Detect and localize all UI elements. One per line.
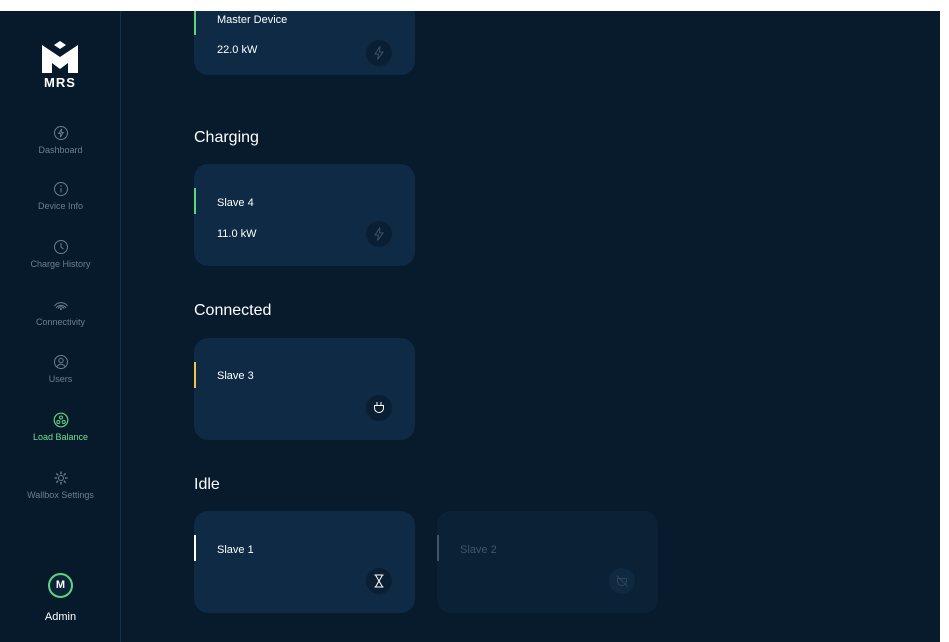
sidebar-item-users[interactable]: Users: [0, 354, 121, 404]
status-indicator: [194, 362, 196, 388]
master-device-card[interactable]: Master Device 22.0 kW: [194, 11, 415, 75]
sidebar-item-load-balance[interactable]: Load Balance: [0, 412, 121, 462]
sidebar-item-label: Load Balance: [32, 432, 89, 442]
sidebar-item-label: Dashboard: [38, 145, 83, 155]
sidebar: MRS Dashboard Device Info Charge History: [0, 11, 121, 642]
device-card-slave-1[interactable]: Slave 1: [194, 511, 415, 613]
sidebar-item-device-info[interactable]: Device Info: [0, 181, 121, 231]
main-content: Master Device 22.0 kW Charging Slave 4 1…: [122, 11, 940, 642]
sidebar-item-dashboard[interactable]: Dashboard: [0, 125, 121, 175]
section-title-idle: Idle: [194, 476, 220, 493]
mrs-logo[interactable]: MRS: [38, 41, 82, 90]
avatar[interactable]: M: [48, 573, 73, 598]
bolt-icon: [366, 40, 392, 66]
plug-icon: [366, 395, 392, 421]
device-name: Slave 4: [217, 197, 254, 209]
device-card-slave-3[interactable]: Slave 3: [194, 338, 415, 440]
sidebar-item-label: Connectivity: [35, 317, 86, 327]
bolt-icon: [366, 221, 392, 247]
device-card-slave-4[interactable]: Slave 4 11.0 kW: [194, 164, 415, 266]
status-indicator: [194, 188, 196, 214]
gear-icon: [54, 471, 67, 485]
user-icon: [53, 355, 68, 369]
logo-text: MRS: [44, 75, 76, 90]
status-indicator: [194, 535, 196, 561]
device-power: 22.0 kW: [217, 44, 258, 56]
sidebar-item-connectivity[interactable]: Connectivity: [0, 297, 121, 347]
section-title-connected: Connected: [194, 302, 272, 319]
dashboard-icon: [53, 126, 68, 140]
device-name: Slave 3: [217, 370, 254, 382]
sidebar-item-label: Device Info: [37, 201, 84, 211]
sidebar-item-wallbox-settings[interactable]: Wallbox Settings: [0, 470, 121, 520]
clock-icon: [53, 240, 68, 254]
status-indicator: [437, 535, 439, 561]
load-balance-icon: [53, 412, 68, 428]
hourglass-icon: [366, 568, 392, 594]
wifi-icon: [53, 302, 68, 310]
logo-mark-icon: [42, 41, 78, 73]
info-icon: [53, 182, 68, 196]
device-power: 11.0 kW: [217, 228, 257, 240]
plug-off-icon: [609, 568, 635, 594]
app-window: MRS Dashboard Device Info Charge History: [0, 11, 940, 642]
sidebar-item-label: Users: [48, 374, 73, 384]
device-name: Slave 2: [460, 544, 497, 556]
user-name[interactable]: Admin: [0, 611, 121, 623]
device-name: Slave 1: [217, 544, 254, 556]
sidebar-item-label: Charge History: [30, 259, 91, 269]
device-card-slave-2[interactable]: Slave 2: [437, 511, 658, 613]
sidebar-item-label: Wallbox Settings: [27, 490, 94, 500]
status-indicator: [194, 11, 196, 35]
device-name: Master Device: [217, 14, 288, 26]
section-title-charging: Charging: [194, 129, 259, 146]
sidebar-item-charge-history[interactable]: Charge History: [0, 239, 121, 289]
